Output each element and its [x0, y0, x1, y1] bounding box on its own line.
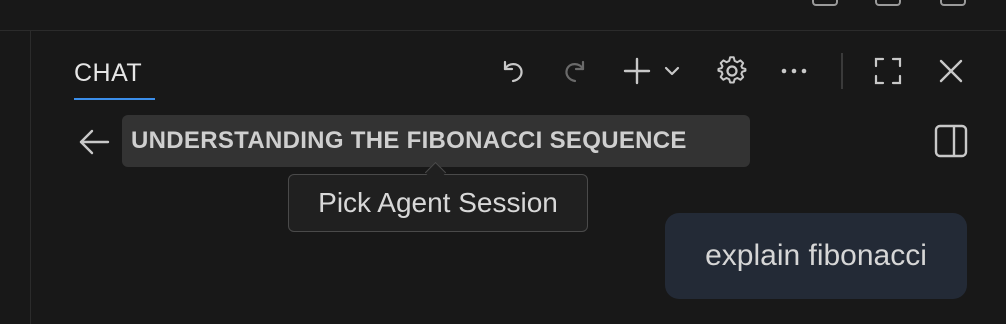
split-panel-icon[interactable] [933, 123, 969, 159]
layout-icon[interactable] [940, 0, 966, 6]
undo-icon[interactable] [497, 55, 529, 87]
add-icon[interactable] [621, 55, 653, 87]
layout-icon[interactable] [812, 0, 838, 6]
toolbar-separator [841, 53, 843, 89]
user-message: explain fibonacci [665, 213, 967, 299]
redo-icon[interactable] [559, 55, 591, 87]
layout-icon[interactable] [875, 0, 901, 6]
tab-chat[interactable]: CHAT [74, 59, 142, 88]
activity-gutter [0, 31, 31, 324]
close-icon[interactable] [935, 55, 967, 87]
tooltip: Pick Agent Session [288, 174, 588, 232]
gear-icon[interactable] [716, 55, 748, 87]
more-icon[interactable] [778, 55, 810, 87]
title-bar [0, 0, 1006, 31]
tab-active-indicator [74, 98, 155, 100]
back-arrow-icon[interactable] [76, 124, 112, 160]
chat-panel: CHAT UNDERSTANDING THE FIBONACCI SEQUENC… [31, 31, 1006, 324]
chevron-down-icon[interactable] [661, 55, 683, 87]
maximize-icon[interactable] [872, 55, 904, 87]
session-title[interactable]: UNDERSTANDING THE FIBONACCI SEQUENCE [122, 115, 750, 167]
